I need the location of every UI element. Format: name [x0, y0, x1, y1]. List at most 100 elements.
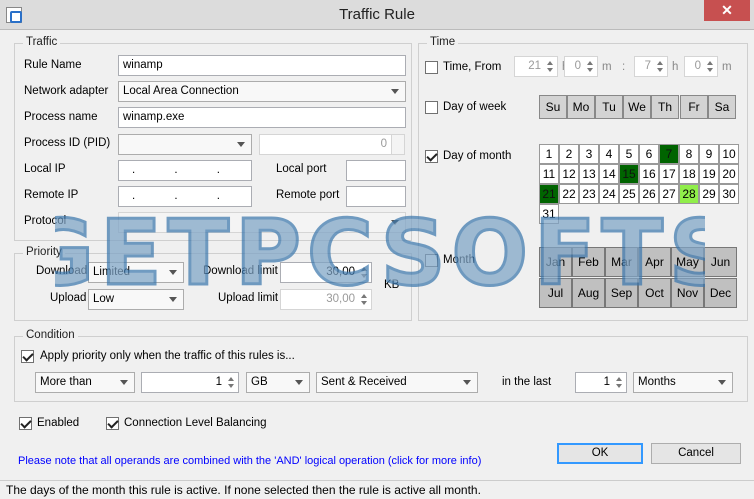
day-of-month-23[interactable]: 23	[579, 184, 599, 204]
day-of-month-16[interactable]: 16	[639, 164, 659, 184]
remote-ip-input[interactable]: . . .	[118, 186, 252, 207]
download-select[interactable]: Limited	[88, 262, 184, 283]
month-checkbox[interactable]	[425, 254, 438, 267]
month-may[interactable]: May	[671, 247, 704, 277]
day-of-week-tu[interactable]: Tu	[595, 95, 623, 119]
day-of-week-checkbox[interactable]	[425, 101, 438, 114]
day-of-month-7[interactable]: 7	[659, 144, 679, 164]
day-of-month-12[interactable]: 12	[559, 164, 579, 184]
upload-limit-spinner[interactable]: 30,00	[280, 289, 372, 310]
time-from-checkbox[interactable]	[425, 61, 438, 74]
apply-condition-checkbox[interactable]	[21, 350, 34, 363]
download-limit-label: Download limit	[203, 265, 278, 277]
pid-select[interactable]	[118, 134, 252, 155]
month-nov[interactable]: Nov	[671, 278, 704, 308]
to-minute-spinner[interactable]: 0	[684, 56, 718, 77]
day-of-month-6[interactable]: 6	[639, 144, 659, 164]
month-label: Month	[443, 254, 475, 266]
day-of-month-label: Day of month	[443, 150, 512, 162]
month-aug[interactable]: Aug	[572, 278, 605, 308]
day-of-month-20[interactable]: 20	[719, 164, 739, 184]
month-jul[interactable]: Jul	[539, 278, 572, 308]
month-mar[interactable]: Mar	[605, 247, 638, 277]
condition-amount-spinner[interactable]: 1	[141, 372, 239, 393]
day-of-month-2[interactable]: 2	[559, 144, 579, 164]
time-legend: Time	[427, 36, 459, 48]
operands-note-link[interactable]: Please note that all operands are combin…	[18, 455, 481, 467]
day-of-month-checkbox[interactable]	[425, 150, 438, 163]
month-jan[interactable]: Jan	[539, 247, 572, 277]
remote-port-label: Remote port	[276, 189, 340, 201]
day-of-week-fr[interactable]: Fr	[680, 95, 708, 119]
to-hour-spinner[interactable]: 7	[634, 56, 668, 77]
month-sep[interactable]: Sep	[605, 278, 638, 308]
day-of-month-5[interactable]: 5	[619, 144, 639, 164]
day-of-month-24[interactable]: 24	[599, 184, 619, 204]
month-feb[interactable]: Feb	[572, 247, 605, 277]
connection-balancing-checkbox[interactable]	[106, 417, 119, 430]
local-ip-input[interactable]: . . .	[118, 160, 252, 181]
day-of-month-22[interactable]: 22	[559, 184, 579, 204]
month-jun[interactable]: Jun	[704, 247, 737, 277]
condition-unit-select[interactable]: GB	[246, 372, 310, 393]
traffic-legend: Traffic	[23, 36, 61, 48]
adapter-select[interactable]: Local Area Connection	[118, 81, 406, 102]
enabled-checkbox[interactable]	[19, 417, 32, 430]
day-of-month-1[interactable]: 1	[539, 144, 559, 164]
day-of-week-su[interactable]: Su	[539, 95, 567, 119]
day-of-month-27[interactable]: 27	[659, 184, 679, 204]
day-of-month-29[interactable]: 29	[699, 184, 719, 204]
day-of-month-15[interactable]: 15	[619, 164, 639, 184]
day-of-week-th[interactable]: Th	[651, 95, 679, 119]
day-of-month-21[interactable]: 21	[539, 184, 559, 204]
cancel-button[interactable]: Cancel	[651, 443, 741, 464]
month-apr[interactable]: Apr	[638, 247, 671, 277]
month-dec[interactable]: Dec	[704, 278, 737, 308]
day-of-month-10[interactable]: 10	[719, 144, 739, 164]
day-of-month-28[interactable]: 28	[679, 184, 699, 204]
day-of-week-sa[interactable]: Sa	[708, 95, 736, 119]
day-of-month-17[interactable]: 17	[659, 164, 679, 184]
day-of-month-3[interactable]: 3	[579, 144, 599, 164]
day-of-month-8[interactable]: 8	[679, 144, 699, 164]
close-button[interactable]: ✕	[704, 0, 750, 21]
day-of-month-18[interactable]: 18	[679, 164, 699, 184]
local-port-input[interactable]	[346, 160, 406, 181]
day-of-week-label: Day of week	[443, 101, 507, 113]
day-of-month-11[interactable]: 11	[539, 164, 559, 184]
day-of-month-9[interactable]: 9	[699, 144, 719, 164]
from-hour-spinner[interactable]: 21	[514, 56, 558, 77]
process-name-input[interactable]: winamp.exe	[118, 107, 406, 128]
apply-condition-label: Apply priority only when the traffic of …	[40, 350, 295, 362]
rule-name-input[interactable]: winamp	[118, 55, 406, 76]
day-of-week-we[interactable]: We	[623, 95, 651, 119]
period-unit-select[interactable]: Months	[633, 372, 733, 393]
day-of-month-25[interactable]: 25	[619, 184, 639, 204]
month-oct[interactable]: Oct	[638, 278, 671, 308]
process-name-label: Process name	[24, 111, 98, 123]
download-limit-spinner[interactable]: 30,00	[280, 262, 372, 283]
day-of-month-13[interactable]: 13	[579, 164, 599, 184]
day-of-month-31[interactable]: 31	[539, 204, 559, 224]
ok-button[interactable]: OK	[557, 443, 643, 464]
status-bar: The days of the month this rule is activ…	[0, 480, 754, 498]
day-of-month-26[interactable]: 26	[639, 184, 659, 204]
pid-input[interactable]: 0	[259, 134, 392, 155]
condition-operator-select[interactable]: More than	[35, 372, 135, 393]
remote-port-input[interactable]	[346, 186, 406, 207]
day-of-month-30[interactable]: 30	[719, 184, 739, 204]
day-of-week-mo[interactable]: Mo	[567, 95, 595, 119]
period-spinner[interactable]: 1	[575, 372, 627, 393]
pid-spinner[interactable]	[391, 134, 405, 155]
protocol-select[interactable]	[118, 212, 406, 233]
day-of-month-19[interactable]: 19	[699, 164, 719, 184]
upload-select[interactable]: Low	[88, 289, 184, 310]
limit-unit-label: KB	[384, 279, 400, 291]
day-of-month-14[interactable]: 14	[599, 164, 619, 184]
from-minute-spinner[interactable]: 0	[564, 56, 598, 77]
protocol-label: Protocol	[24, 215, 67, 227]
condition-legend: Condition	[23, 329, 78, 341]
day-of-month-4[interactable]: 4	[599, 144, 619, 164]
priority-legend: Priority	[23, 246, 65, 258]
condition-direction-select[interactable]: Sent & Received	[316, 372, 478, 393]
